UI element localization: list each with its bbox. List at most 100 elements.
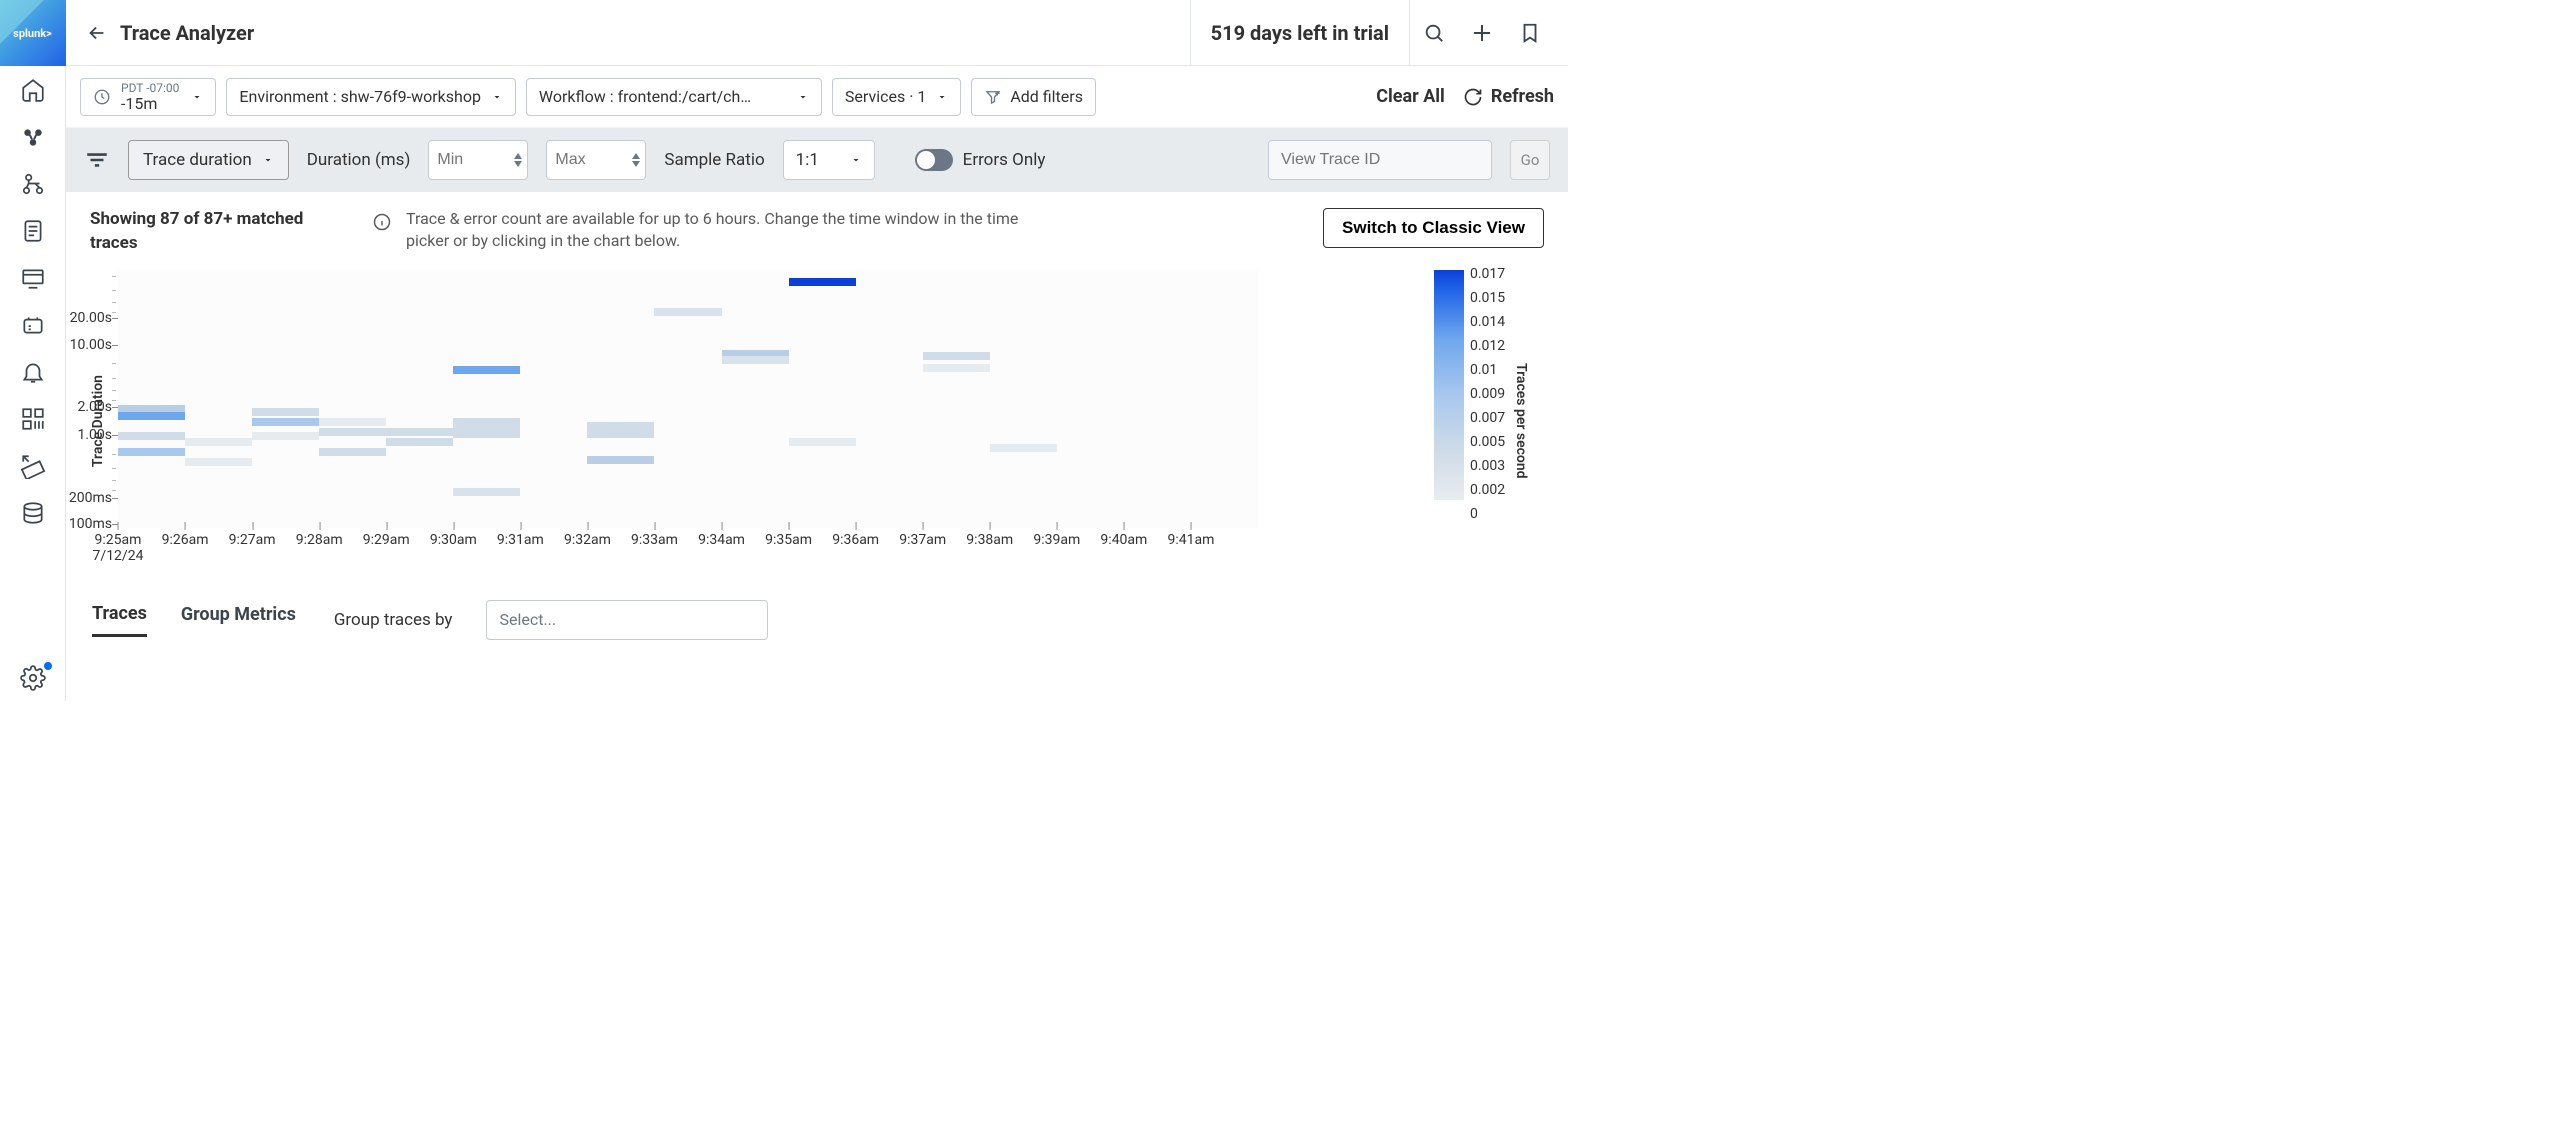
heatmap-cell[interactable] [185,438,252,446]
clear-all-button[interactable]: Clear All [1376,86,1445,107]
group-by-select[interactable]: Select... [486,600,768,640]
sidebar-synthetics[interactable] [0,254,66,301]
add-filters-button[interactable]: Add filters [971,78,1096,116]
chevron-down-icon [191,91,203,103]
tab-group-metrics[interactable]: Group Metrics [181,604,296,635]
logo-text: splunk> [13,27,52,40]
page-title: Trace Analyzer [120,21,254,45]
heatmap-cell[interactable] [252,408,319,416]
heatmap-cell[interactable] [654,308,721,316]
heatmap-cell[interactable] [587,430,654,438]
sidebar-home[interactable] [0,66,66,113]
stepper-down-icon[interactable] [513,160,523,168]
sidebar-dashboards[interactable] [0,395,66,442]
errors-only-label: Errors Only [963,150,1046,170]
info-message: Trace & error count are available for up… [406,208,1046,253]
heatmap-cell[interactable] [118,448,185,456]
info-row: Showing 87 of 87+ matched traces Trace &… [66,192,1568,266]
group-by-label: Group traces by [334,610,453,630]
settings-notification-dot [44,662,52,670]
tab-traces[interactable]: Traces [92,603,147,637]
back-button[interactable] [80,16,114,50]
trial-counter: 519 days left in trial [1190,0,1410,66]
refresh-button[interactable]: Refresh [1463,86,1554,107]
sample-ratio-select[interactable]: 1:1 [783,140,875,180]
chevron-down-icon [850,154,862,166]
heatmap-plot[interactable] [118,270,1258,528]
sidebar-settings[interactable] [0,654,66,701]
time-picker[interactable]: PDT -07:00 -15m [80,78,216,116]
heatmap-cell[interactable] [923,352,990,360]
heatmap-cell[interactable] [118,432,185,440]
stepper-up-icon[interactable] [631,152,641,160]
heatmap-cell[interactable] [319,418,386,426]
duration-label: Duration (ms) [307,150,411,170]
chart-toolbar: Trace duration Duration (ms) Sample Rati… [66,128,1568,192]
go-button[interactable]: Go [1510,140,1550,180]
chevron-down-icon [491,91,503,103]
top-header: Trace Analyzer 519 days left in trial [66,0,1568,66]
heatmap-cell[interactable] [252,418,319,426]
sample-ratio-label: Sample Ratio [664,150,764,170]
environment-filter[interactable]: Environment : shw-76f9-workshop [226,78,516,116]
heatmap-cell[interactable] [453,422,520,430]
metric-dropdown[interactable]: Trace duration [128,140,289,180]
sidebar-log[interactable] [0,207,66,254]
splunk-logo[interactable]: splunk> [0,0,66,66]
timezone-label: PDT -07:00 [121,82,179,94]
filter-lines-icon [84,147,110,173]
errors-only-toggle[interactable] [915,149,953,171]
duration-max-input[interactable] [546,140,646,180]
heatmap-cell[interactable] [587,422,654,430]
trace-id-input[interactable] [1268,140,1492,180]
chevron-down-icon [936,91,948,103]
heatmap-cell[interactable] [789,438,856,446]
color-axis-label: Traces per second [1513,363,1529,479]
heatmap-cell[interactable] [386,428,453,436]
heatmap-cell[interactable] [923,364,990,372]
services-filter[interactable]: Services · 1 [832,78,961,116]
add-icon[interactable] [1458,0,1506,66]
chevron-down-icon [262,154,274,166]
y-axis-label: Trace Duration [90,375,106,467]
info-icon [372,212,392,232]
heatmap-cell[interactable] [185,458,252,466]
bookmark-icon[interactable] [1506,0,1554,66]
filter-bar: PDT -07:00 -15m Environment : shw-76f9-w… [66,66,1568,128]
heatmap-cell[interactable] [319,448,386,456]
heatmap-cell[interactable] [386,438,453,446]
clock-icon [93,88,111,106]
heatmap-cell[interactable] [722,356,789,364]
sidebar-rum[interactable] [0,160,66,207]
heatmap-cell[interactable] [789,278,856,286]
stepper-up-icon[interactable] [513,152,523,160]
color-legend: 0.0170.0150.0140.0120.010.0090.0070.0050… [1434,270,1544,572]
heatmap-cell[interactable] [453,430,520,438]
duration-min-input[interactable] [428,140,528,180]
sidebar-metrics[interactable] [0,442,66,489]
workflow-filter[interactable]: Workflow : frontend:/cart/ch… [526,78,822,116]
switch-classic-view-button[interactable]: Switch to Classic View [1323,208,1544,248]
heatmap-cell[interactable] [587,456,654,464]
chevron-down-icon [797,91,809,103]
left-sidebar: splunk> [0,0,66,701]
time-value: -15m [121,96,179,112]
stepper-down-icon[interactable] [631,160,641,168]
filter-icon [984,88,1002,106]
result-tabs: Traces Group Metrics Group traces by Sel… [66,582,1568,640]
heatmap-cell[interactable] [319,428,386,436]
sidebar-alerts[interactable] [0,348,66,395]
heatmap-cell[interactable] [118,412,185,420]
sidebar-apm[interactable] [0,113,66,160]
color-scale-bar [1434,270,1464,500]
result-count: Showing 87 of 87+ matched traces [90,208,350,256]
heatmap-cell[interactable] [453,488,520,496]
heatmap-cell[interactable] [990,444,1057,452]
chart-area: Trace Duration 20.00s10.00s2.00s1.00s200… [66,266,1568,582]
sidebar-data[interactable] [0,489,66,536]
heatmap-cell[interactable] [453,366,520,374]
refresh-icon [1463,87,1483,107]
heatmap-cell[interactable] [252,432,319,440]
sidebar-infra[interactable] [0,301,66,348]
search-icon[interactable] [1410,0,1458,66]
